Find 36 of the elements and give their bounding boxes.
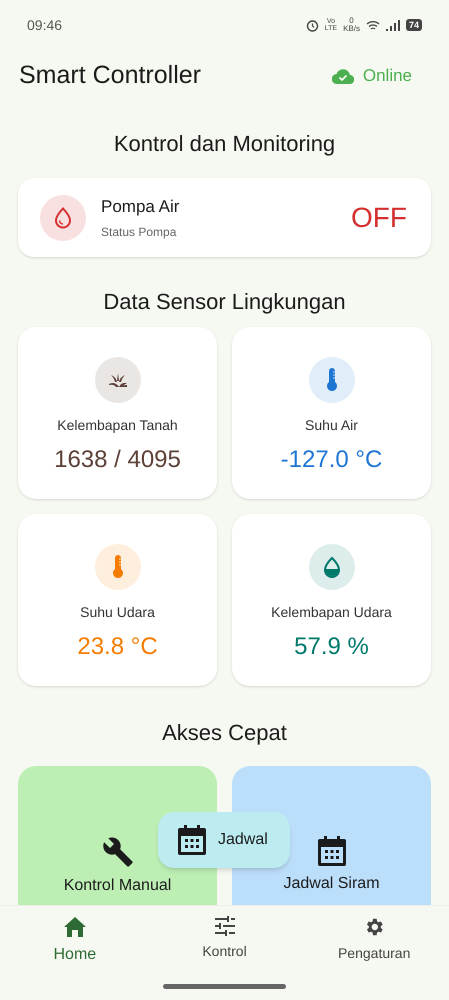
pump-subtitle: Status Pompa [101, 224, 178, 242]
sensor-value: 23.8 °C [77, 632, 158, 662]
wrench-icon [102, 836, 134, 868]
calendar-icon [318, 836, 346, 866]
sensor-value: 57.9 % [294, 632, 369, 662]
sensor-label: Kelembapan Udara [271, 603, 392, 622]
nav-item[interactable]: Kontrol [150, 906, 300, 999]
sensor-value: -127.0 °C [280, 445, 382, 475]
alarm-icon [306, 18, 319, 32]
section-title: Kontrol dan Monitoring [114, 131, 336, 156]
signal-icon [386, 20, 400, 30]
pump-state: OFF [351, 200, 407, 234]
sensor-value: 1638 / 4095 [54, 445, 181, 475]
sensor-label: Suhu Air [305, 416, 358, 435]
connection-status: Online [362, 65, 412, 88]
thermometer-icon [112, 555, 124, 579]
section-title: Akses Cepat [162, 720, 287, 745]
section-title: Data Sensor Lingkungan [103, 289, 346, 314]
cloud-check-icon [332, 68, 354, 84]
thermometer-icon [326, 368, 338, 392]
calendar-icon [178, 825, 206, 855]
app-title: Smart Controller [19, 60, 201, 92]
pump-name: Pompa Air [101, 196, 180, 218]
speed-value: 0 [349, 17, 354, 25]
sensor-label: Suhu Udara [80, 603, 155, 622]
sliders-icon [214, 916, 236, 936]
status-time: 09:46 [27, 16, 62, 34]
water-drop-icon [54, 206, 72, 228]
wifi-icon [366, 20, 380, 30]
nav-item[interactable]: Pengaturan [299, 906, 449, 999]
nav-item[interactable]: Home [0, 906, 150, 999]
water-drop-icon [322, 556, 342, 578]
sensor-label: Kelembapan Tanah [57, 416, 178, 435]
speed-unit: KB/s [343, 25, 360, 33]
home-icon [62, 916, 87, 938]
battery-indicator: 74 [406, 19, 422, 31]
